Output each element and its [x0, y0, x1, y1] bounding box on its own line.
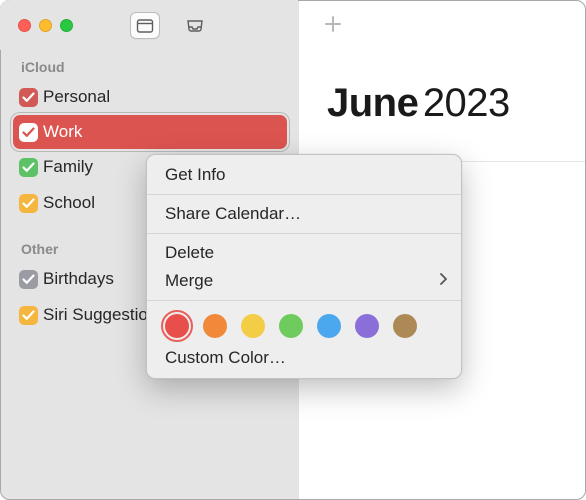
zoom-button[interactable] — [60, 19, 73, 32]
color-swatch-brown[interactable] — [393, 314, 417, 338]
checkbox-icon[interactable] — [19, 123, 38, 142]
menu-get-info[interactable]: Get Info — [147, 161, 461, 189]
main-toolbar — [299, 1, 585, 51]
calendar-label: School — [43, 193, 95, 213]
checkbox-icon[interactable] — [19, 158, 38, 177]
calendars-toggle-button[interactable] — [130, 12, 160, 39]
menu-merge[interactable]: Merge — [147, 267, 461, 295]
checkbox-icon[interactable] — [19, 88, 38, 107]
calendar-icon — [136, 18, 154, 33]
sidebar-item-work[interactable]: Work — [13, 115, 287, 149]
calendar-label: Birthdays — [43, 269, 114, 289]
inbox-icon — [186, 18, 204, 33]
section-header-icloud: iCloud — [1, 51, 299, 79]
year-label: 2023 — [423, 81, 510, 125]
color-swatch-green[interactable] — [279, 314, 303, 338]
color-picker-row — [147, 306, 461, 344]
calendar-context-menu[interactable]: Get Info Share Calendar… Delete Merge Cu… — [146, 154, 462, 379]
calendar-label: Work — [43, 122, 82, 142]
inbox-button[interactable] — [180, 12, 210, 39]
color-swatch-red[interactable] — [165, 314, 189, 338]
menu-separator — [147, 233, 461, 234]
menu-separator — [147, 194, 461, 195]
menu-separator — [147, 300, 461, 301]
calendar-label: Personal — [43, 87, 110, 107]
calendar-label: Family — [43, 157, 93, 177]
month-heading: June 2023 — [299, 51, 585, 126]
plus-icon — [324, 15, 342, 33]
checkbox-icon[interactable] — [19, 306, 38, 325]
add-event-button[interactable] — [324, 12, 342, 40]
month-label: June — [327, 81, 418, 125]
menu-delete[interactable]: Delete — [147, 239, 461, 267]
color-swatch-blue[interactable] — [317, 314, 341, 338]
sidebar-item-personal[interactable]: Personal — [1, 79, 299, 115]
checkbox-icon[interactable] — [19, 270, 38, 289]
color-swatch-orange[interactable] — [203, 314, 227, 338]
menu-share-calendar[interactable]: Share Calendar… — [147, 200, 461, 228]
menu-custom-color[interactable]: Custom Color… — [147, 344, 461, 372]
close-button[interactable] — [18, 19, 31, 32]
color-swatch-purple[interactable] — [355, 314, 379, 338]
toolbar — [130, 0, 210, 50]
chevron-right-icon — [439, 272, 447, 290]
minimize-button[interactable] — [39, 19, 52, 32]
window-controls — [18, 19, 73, 32]
menu-merge-label: Merge — [165, 271, 213, 291]
checkbox-icon[interactable] — [19, 194, 38, 213]
color-swatch-yellow[interactable] — [241, 314, 265, 338]
